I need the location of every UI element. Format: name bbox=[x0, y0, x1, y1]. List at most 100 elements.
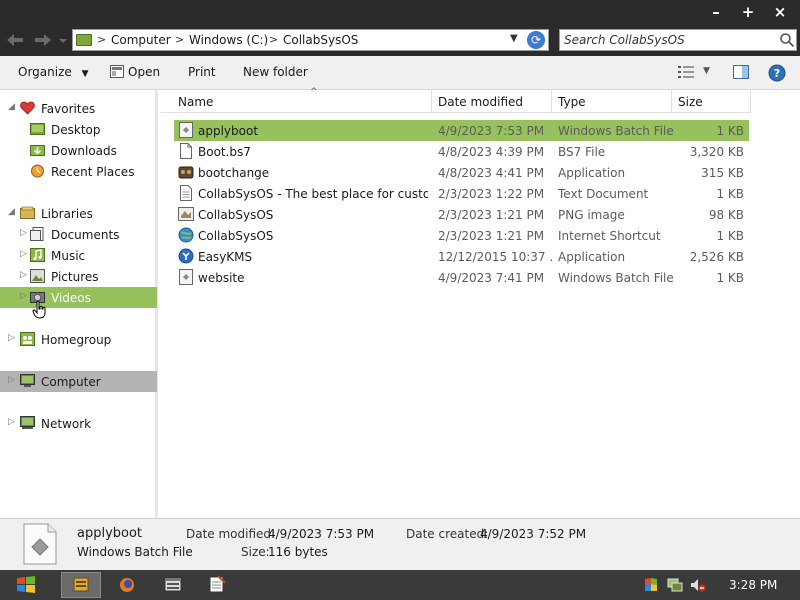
preview-pane-icon bbox=[733, 65, 749, 79]
search-input[interactable] bbox=[564, 32, 774, 48]
image-file-icon bbox=[178, 207, 194, 221]
collapsed-arrow-icon[interactable]: ▷ bbox=[20, 291, 27, 301]
file-name: Boot.bs7 bbox=[198, 145, 251, 159]
column-header-size[interactable]: Size bbox=[672, 90, 751, 113]
back-arrow-icon bbox=[7, 34, 23, 46]
organize-button[interactable]: Organize ▼ bbox=[18, 65, 89, 79]
column-header-date-modified[interactable]: Date modified bbox=[432, 90, 552, 113]
sidebar-item-label: Recent Places bbox=[51, 165, 135, 179]
taskbar: 3:28 PM bbox=[0, 570, 800, 600]
forward-button[interactable] bbox=[33, 31, 53, 49]
sidebar-item-downloads[interactable]: Downloads bbox=[0, 140, 157, 161]
breadcrumb-separator[interactable]: > bbox=[269, 33, 278, 46]
downloads-folder-icon bbox=[30, 145, 45, 156]
sidebar-item-computer[interactable]: ▷ Computer bbox=[0, 371, 157, 392]
taskbar-clock[interactable]: 3:28 PM bbox=[729, 578, 777, 592]
sidebar-item-recent-places[interactable]: Recent Places bbox=[0, 161, 157, 182]
maximize-button[interactable]: + bbox=[736, 2, 760, 22]
breadcrumb-collabsysos[interactable]: CollabSysOS bbox=[283, 33, 358, 47]
taskbar-app-button[interactable] bbox=[153, 572, 193, 598]
breadcrumb-computer[interactable]: Computer bbox=[111, 33, 171, 47]
libraries-icon bbox=[20, 206, 35, 219]
close-button[interactable]: × bbox=[768, 2, 792, 22]
desktop-icon bbox=[30, 123, 45, 135]
file-row-bootchange[interactable]: bootchange 4/8/2023 4:41 PM Application … bbox=[174, 162, 749, 183]
sidebar-item-network[interactable]: ▷ Network bbox=[0, 413, 157, 434]
file-row-applyboot[interactable]: applyboot 4/9/2023 7:53 PM Windows Batch… bbox=[174, 120, 749, 141]
file-date-modified: 2/3/2023 1:22 PM bbox=[438, 187, 545, 201]
search-icon[interactable] bbox=[779, 32, 795, 48]
network-tray-icon[interactable] bbox=[667, 577, 683, 593]
sidebar-item-music[interactable]: ▷ Music bbox=[0, 245, 157, 266]
batch-file-large-icon bbox=[23, 523, 57, 565]
taskbar-notepad-button[interactable] bbox=[197, 572, 237, 598]
minimize-button[interactable]: – bbox=[704, 2, 728, 22]
refresh-icon[interactable]: ⟳ bbox=[527, 31, 545, 49]
text-file-icon bbox=[180, 185, 192, 201]
expanded-arrow-icon[interactable]: ◢ bbox=[8, 207, 15, 217]
file-size: 2,526 KB bbox=[689, 250, 744, 264]
column-header-name[interactable]: Name ^ bbox=[172, 87, 432, 113]
taskbar-explorer-button[interactable] bbox=[61, 572, 101, 598]
notepad-icon bbox=[209, 575, 226, 593]
collapsed-arrow-icon[interactable]: ▷ bbox=[20, 228, 27, 238]
collapsed-arrow-icon[interactable]: ▷ bbox=[8, 333, 15, 343]
preview-pane-button[interactable] bbox=[733, 65, 749, 82]
help-button[interactable]: ? bbox=[768, 64, 786, 85]
expanded-arrow-icon[interactable]: ◢ bbox=[8, 102, 15, 112]
search-box[interactable] bbox=[559, 29, 797, 51]
file-row-easykms[interactable]: EasyKMS 12/12/2015 10:37 ... Application… bbox=[174, 246, 749, 267]
generic-file-icon bbox=[180, 143, 192, 159]
file-row-collabsysos-shortcut[interactable]: CollabSysOS 2/3/2023 1:21 PM Internet Sh… bbox=[174, 225, 749, 246]
breadcrumb-windows-c[interactable]: Windows (C:) bbox=[189, 33, 268, 47]
file-row-collabsysos-text[interactable]: CollabSysOS - The best place for custom … bbox=[174, 183, 749, 204]
column-header-type[interactable]: Type bbox=[552, 90, 672, 113]
column-header-row: Name ^ Date modified Type Size bbox=[160, 87, 751, 113]
view-options-chevron-icon[interactable]: ▼ bbox=[703, 66, 710, 76]
recent-pages-dropdown[interactable] bbox=[57, 31, 69, 49]
file-row-website[interactable]: website 4/9/2023 7:41 PM Windows Batch F… bbox=[174, 267, 749, 288]
sidebar-item-desktop[interactable]: Desktop bbox=[0, 119, 157, 140]
column-header-label: Type bbox=[558, 95, 586, 109]
collapsed-arrow-icon[interactable]: ▷ bbox=[8, 375, 15, 385]
collapsed-arrow-icon[interactable]: ▷ bbox=[8, 417, 15, 427]
address-history-dropdown[interactable]: ▼ bbox=[510, 33, 518, 44]
sidebar-item-libraries[interactable]: ◢ Libraries bbox=[0, 203, 157, 224]
start-button[interactable] bbox=[6, 572, 46, 598]
file-row-boot-bs7[interactable]: Boot.bs7 4/8/2023 4:39 PM BS7 File 3,320… bbox=[174, 141, 749, 162]
change-view-button[interactable] bbox=[678, 66, 694, 81]
file-date-modified: 4/8/2023 4:39 PM bbox=[438, 145, 545, 159]
collapsed-arrow-icon[interactable]: ▷ bbox=[20, 249, 27, 259]
file-row-collabsysos-png[interactable]: CollabSysOS 2/3/2023 1:21 PM PNG image 9… bbox=[174, 204, 749, 225]
sidebar-item-pictures[interactable]: ▷ Pictures bbox=[0, 266, 157, 287]
sidebar-item-homegroup[interactable]: ▷ Homegroup bbox=[0, 329, 157, 350]
file-type: Windows Batch File bbox=[558, 124, 674, 138]
sidebar-item-label: Desktop bbox=[51, 123, 101, 137]
volume-muted-icon[interactable] bbox=[690, 577, 706, 593]
collapsed-arrow-icon[interactable]: ▷ bbox=[20, 270, 27, 280]
print-button[interactable]: Print bbox=[188, 65, 216, 79]
sidebar-item-videos[interactable]: ▷ Videos bbox=[0, 287, 157, 308]
sidebar-item-documents[interactable]: ▷ Documents bbox=[0, 224, 157, 245]
details-size-label: Size: bbox=[241, 545, 270, 559]
back-button[interactable] bbox=[5, 31, 25, 49]
file-date-modified: 4/9/2023 7:53 PM bbox=[438, 124, 545, 138]
breadcrumb-separator[interactable]: > bbox=[175, 33, 184, 46]
pictures-icon bbox=[30, 269, 45, 283]
open-button[interactable]: Open bbox=[110, 65, 160, 79]
navigation-bar: > Computer > Windows (C:) > CollabSysOS … bbox=[0, 24, 800, 56]
forward-arrow-icon bbox=[35, 34, 51, 46]
breadcrumb-separator[interactable]: > bbox=[97, 33, 106, 46]
details-date-modified-value: 4/9/2023 7:53 PM bbox=[268, 527, 375, 541]
file-type: Application bbox=[558, 250, 626, 264]
new-folder-button[interactable]: New folder bbox=[243, 65, 308, 79]
internet-shortcut-icon bbox=[178, 227, 194, 243]
file-type: Windows Batch File bbox=[558, 271, 674, 285]
action-center-flag-icon[interactable] bbox=[643, 577, 659, 593]
explorer-icon bbox=[73, 577, 89, 592]
taskbar-firefox-button[interactable] bbox=[107, 572, 147, 598]
sidebar-item-favorites[interactable]: ◢ Favorites bbox=[0, 98, 157, 119]
address-bar[interactable]: > Computer > Windows (C:) > CollabSysOS … bbox=[72, 29, 549, 51]
title-bar: – + × bbox=[0, 0, 800, 24]
file-name: applyboot bbox=[198, 124, 259, 138]
